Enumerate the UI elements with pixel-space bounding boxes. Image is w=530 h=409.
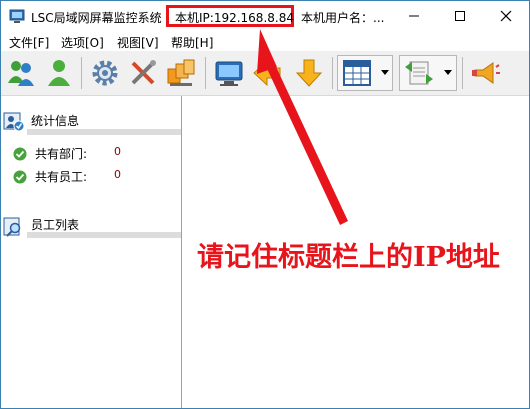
annotation-arrow — [257, 29, 348, 225]
annotation-text: 请记住标题栏上的IP地址 — [197, 242, 500, 273]
app-window: LSC局域网屏幕监控系统 本机IP:192.168.8.84 本机用户名：...… — [0, 0, 530, 409]
